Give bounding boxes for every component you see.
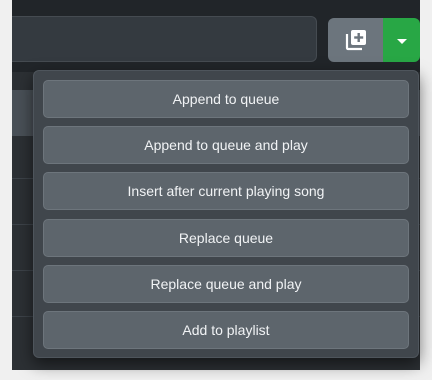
menu-item-append-to-queue-and-play[interactable]: Append to queue and play	[43, 126, 409, 164]
menu-item-insert-after-current-song[interactable]: Insert after current playing song	[43, 172, 409, 210]
add-to-queue-icon	[345, 30, 366, 51]
search-input[interactable]	[12, 16, 317, 62]
menu-item-replace-queue[interactable]: Replace queue	[43, 219, 409, 257]
menu-item-append-to-queue[interactable]: Append to queue	[43, 80, 409, 118]
window-frame-right	[420, 0, 432, 380]
window-frame-left	[0, 0, 12, 380]
menu-item-add-to-playlist[interactable]: Add to playlist	[43, 311, 409, 349]
add-to-queue-menu: Append to queue Append to queue and play…	[33, 70, 419, 358]
add-to-queue-button[interactable]	[328, 18, 383, 62]
dropdown-toggle-button[interactable]	[383, 18, 420, 62]
window-frame-bottom	[0, 370, 432, 380]
menu-item-replace-queue-and-play[interactable]: Replace queue and play	[43, 265, 409, 303]
caret-down-icon	[396, 38, 407, 44]
